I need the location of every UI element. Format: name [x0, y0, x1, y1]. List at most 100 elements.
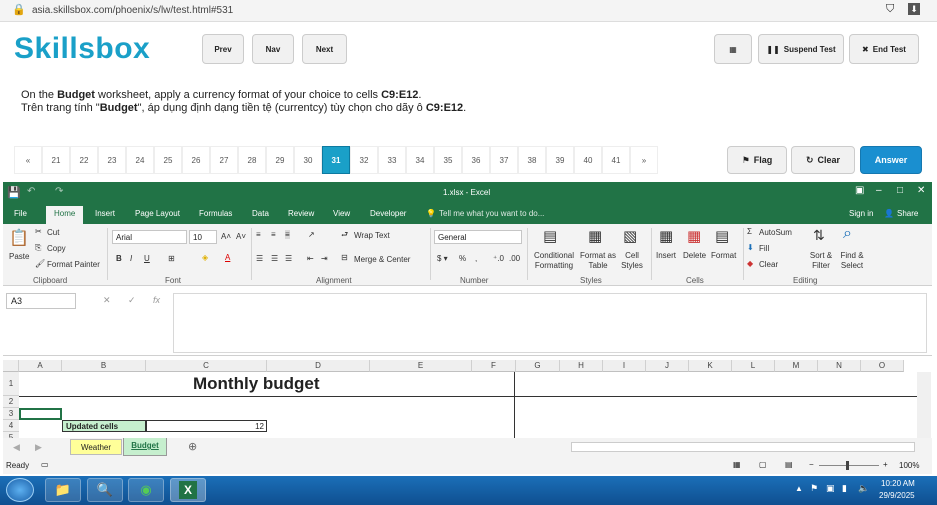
zoom-in-icon[interactable]: +: [883, 460, 888, 469]
conditional-formatting-icon[interactable]: ▤: [543, 227, 557, 245]
shield-icon[interactable]: ⛉: [886, 3, 894, 16]
zoom-slider[interactable]: [819, 465, 879, 466]
align-right-icon[interactable]: ☰: [285, 254, 292, 263]
pager-page-25[interactable]: 25: [154, 146, 182, 174]
column-header-o[interactable]: O: [861, 360, 904, 372]
volume-icon[interactable]: 🔈: [858, 483, 869, 494]
column-header-k[interactable]: K: [689, 360, 732, 372]
tab-formulas[interactable]: Formulas: [199, 209, 232, 218]
flag-button[interactable]: ⚑ Flag: [727, 146, 787, 174]
sort-filter-button[interactable]: Sort & Filter: [807, 251, 835, 271]
calculator-button[interactable]: ▦: [714, 34, 752, 64]
pager-page-33[interactable]: 33: [378, 146, 406, 174]
vertical-scrollbar[interactable]: [917, 372, 931, 438]
autosum-icon[interactable]: Σ: [747, 227, 752, 236]
save-icon[interactable]: 💾: [7, 186, 21, 199]
clock-date[interactable]: 29/9/2025: [879, 491, 915, 500]
tab-page-layout[interactable]: Page Layout: [135, 209, 180, 218]
copy-button[interactable]: Copy: [47, 244, 66, 253]
tab-insert[interactable]: Insert: [95, 209, 115, 218]
pager-page-39[interactable]: 39: [546, 146, 574, 174]
wrap-text-button[interactable]: Wrap Text: [354, 231, 390, 240]
fill-color-icon[interactable]: ◈: [202, 253, 208, 262]
format-painter-button[interactable]: Format Painter: [47, 260, 100, 269]
tab-data[interactable]: Data: [252, 209, 269, 218]
tell-me-search[interactable]: Tell me what you want to do...: [439, 209, 544, 218]
url-text[interactable]: asia.skillsbox.com/phoenix/s/lw/test.htm…: [32, 5, 233, 16]
horizontal-scrollbar[interactable]: [571, 442, 915, 452]
currency-icon[interactable]: $ ▾: [437, 254, 448, 263]
add-sheet-icon[interactable]: ⊕: [188, 440, 197, 453]
prev-button[interactable]: Prev: [202, 34, 244, 64]
select-all-corner[interactable]: [3, 360, 19, 372]
file-explorer-icon[interactable]: 📁: [45, 478, 81, 502]
pager-next-button[interactable]: »: [630, 146, 658, 174]
sort-filter-icon[interactable]: ⇅: [813, 227, 825, 244]
italic-icon[interactable]: I: [130, 254, 132, 263]
increase-indent-icon[interactable]: ⇥: [321, 254, 328, 263]
delete-cells-button[interactable]: Delete: [683, 251, 706, 260]
clear-button-ribbon[interactable]: Clear: [759, 260, 778, 269]
pager-page-27[interactable]: 27: [210, 146, 238, 174]
font-size-select[interactable]: 10: [189, 230, 217, 244]
clear-button[interactable]: ↻ Clear: [791, 146, 855, 174]
column-header-m[interactable]: M: [775, 360, 818, 372]
pager-page-40[interactable]: 40: [574, 146, 602, 174]
scroll-right-icon[interactable]: ▶: [35, 442, 42, 453]
borders-icon[interactable]: ⊞: [168, 254, 175, 263]
fill-button[interactable]: Fill: [759, 244, 769, 253]
search-app-icon[interactable]: 🔍: [87, 478, 123, 502]
suspend-test-button[interactable]: ❚❚ Suspend Test: [758, 34, 844, 64]
ribbon-display-icon[interactable]: ▣: [855, 185, 864, 196]
clock-time[interactable]: 10:20 AM: [881, 479, 915, 488]
magnifier-icon[interactable]: ⌕: [843, 225, 852, 243]
insert-cells-button[interactable]: Insert: [656, 251, 676, 260]
middle-align-icon[interactable]: ≡: [271, 230, 276, 239]
tray-flag-icon[interactable]: ⚑: [810, 483, 818, 494]
pager-page-22[interactable]: 22: [70, 146, 98, 174]
pager-page-37[interactable]: 37: [490, 146, 518, 174]
row-header-2[interactable]: 2: [3, 396, 19, 408]
column-header-i[interactable]: I: [603, 360, 646, 372]
row-header-4[interactable]: 4: [3, 420, 19, 432]
tab-developer[interactable]: Developer: [370, 209, 406, 218]
function-icon[interactable]: fx: [153, 295, 160, 305]
column-header-b[interactable]: B: [62, 360, 146, 372]
pager-page-31[interactable]: 31: [322, 146, 350, 174]
next-button[interactable]: Next: [302, 34, 347, 64]
formula-input[interactable]: [173, 293, 927, 353]
cell-b4[interactable]: Updated cells: [62, 420, 146, 432]
align-center-icon[interactable]: ☰: [271, 254, 278, 263]
sheet-tab-budget[interactable]: Budget: [123, 438, 167, 456]
column-header-d[interactable]: D: [267, 360, 370, 372]
format-as-table-icon[interactable]: ▦: [588, 227, 602, 245]
column-header-l[interactable]: L: [732, 360, 775, 372]
number-format-select[interactable]: General: [434, 230, 522, 244]
cancel-entry-icon[interactable]: ✕: [103, 295, 111, 306]
column-header-a[interactable]: A: [19, 360, 62, 372]
pager-page-23[interactable]: 23: [98, 146, 126, 174]
copy-icon[interactable]: ⎘: [35, 243, 41, 253]
pager-page-35[interactable]: 35: [434, 146, 462, 174]
autosum-button[interactable]: AutoSum: [759, 228, 792, 237]
underline-icon[interactable]: U: [144, 254, 150, 263]
enter-icon[interactable]: ✓: [128, 295, 136, 306]
tab-file[interactable]: File: [14, 209, 27, 218]
row-header-3[interactable]: 3: [3, 408, 19, 420]
format-painter-icon[interactable]: 🖌: [35, 259, 45, 268]
tray-app-icon[interactable]: ▣: [826, 483, 835, 494]
end-test-button[interactable]: ✖ End Test: [849, 34, 919, 64]
cell-c4[interactable]: 12: [146, 420, 267, 432]
increase-decimal-icon[interactable]: ⁺.0: [493, 254, 504, 263]
merge-center-icon[interactable]: ⊟: [341, 253, 348, 262]
pager-page-26[interactable]: 26: [182, 146, 210, 174]
page-break-view-icon[interactable]: ▤: [785, 460, 793, 469]
pager-page-36[interactable]: 36: [462, 146, 490, 174]
delete-cells-icon[interactable]: ▦: [687, 227, 701, 245]
tab-review[interactable]: Review: [288, 209, 314, 218]
share-button[interactable]: Share: [897, 209, 918, 218]
pager-page-29[interactable]: 29: [266, 146, 294, 174]
scroll-left-icon[interactable]: ◀: [13, 442, 20, 453]
browser-app-icon[interactable]: ◉: [128, 478, 164, 502]
decrease-decimal-icon[interactable]: .00: [509, 254, 520, 263]
